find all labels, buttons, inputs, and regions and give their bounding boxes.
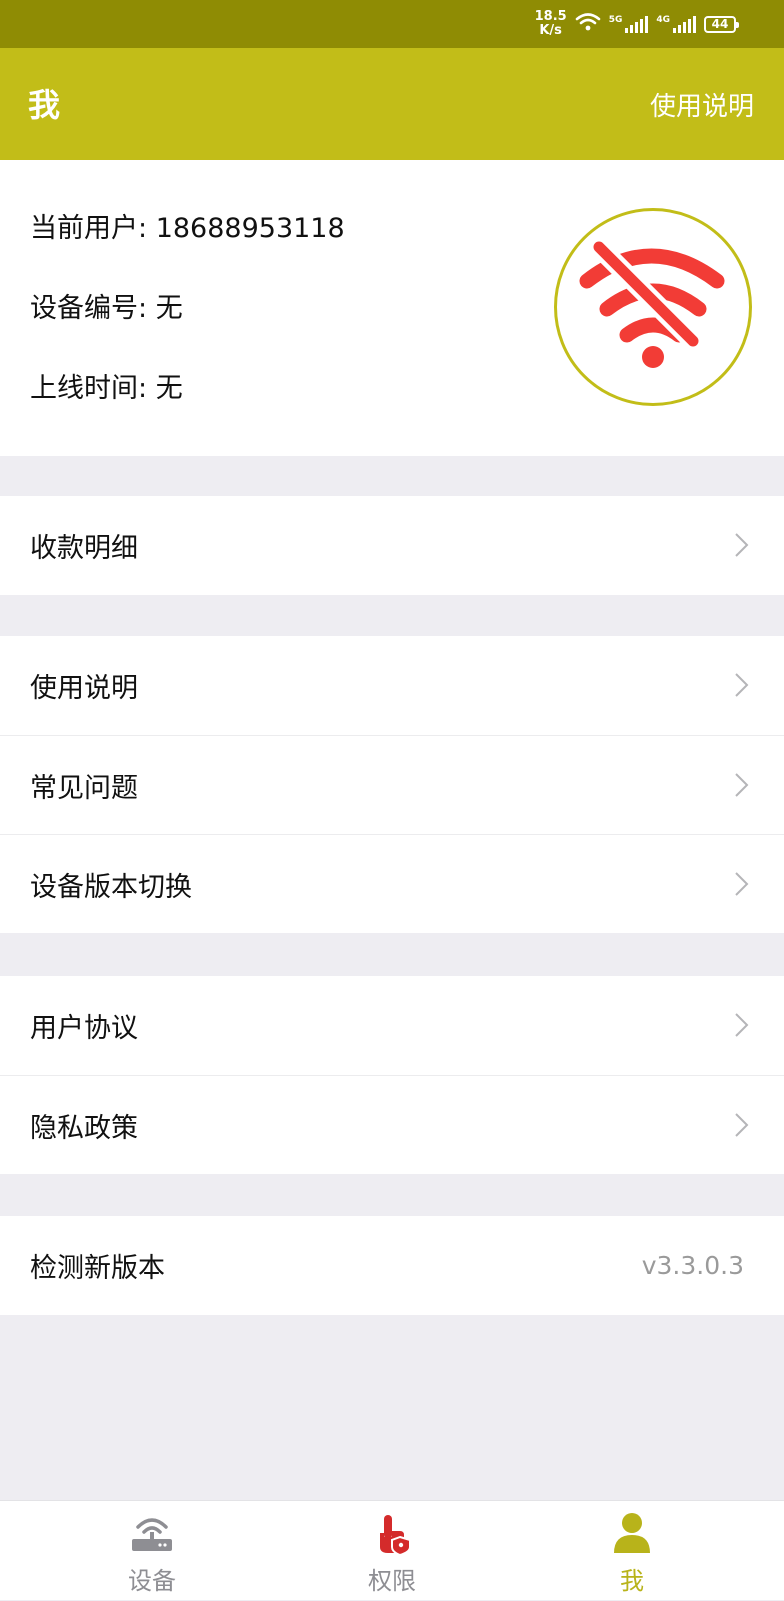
device-number-value: 无 (155, 293, 183, 324)
current-user-value: 18688953118 (155, 213, 345, 244)
menu-item-privacy-policy[interactable]: 隐私政策 (0, 1075, 784, 1174)
tab-permission[interactable]: 权限 (292, 1501, 492, 1601)
network-speed: 18.5 K/s (535, 10, 567, 38)
hand-lock-icon (380, 1515, 411, 1555)
router-icon (132, 1518, 172, 1551)
network-speed-unit: K/s (539, 23, 562, 38)
signal-sim1-icon: 5G (609, 15, 649, 33)
menu-item-label: 隐私政策 (30, 1112, 138, 1144)
device-number-row: 设备编号: 无 (30, 286, 183, 325)
menu-item-user-agreement[interactable]: 用户协议 (0, 976, 784, 1075)
app-version: v3.3.0.3 (641, 1251, 744, 1280)
chevron-right-icon (735, 872, 749, 896)
chevron-right-icon (735, 533, 749, 557)
chevron-right-icon (735, 1013, 749, 1037)
menu-item-label: 常见问题 (30, 772, 138, 804)
chevron-right-icon (735, 673, 749, 697)
current-user-row: 当前用户: 18688953118 (30, 206, 345, 245)
chevron-right-icon (735, 773, 749, 797)
connection-status (554, 208, 752, 406)
page-title: 我 (28, 86, 61, 124)
wifi-icon (575, 12, 601, 36)
status-bar: 18.5 K/s 5G 4G 44 (0, 0, 784, 48)
status-icons: 18.5 K/s 5G 4G 44 (535, 8, 739, 40)
menu-group-update: 检测新版本 v3.3.0.3 (0, 1216, 784, 1315)
menu-item-device-version-switch[interactable]: 设备版本切换 (0, 834, 784, 933)
menu-item-label: 设备版本切换 (30, 871, 192, 903)
help-link[interactable]: 使用说明 (650, 86, 754, 123)
online-time-label: 上线时间: (30, 373, 148, 404)
wifi-off-icon (579, 237, 725, 368)
user-icon (614, 1513, 650, 1553)
signal-sim2-icon: 4G (656, 15, 696, 33)
menu-group-payments: 收款明细 (0, 496, 784, 595)
app-header: 我 使用说明 (0, 48, 784, 160)
menu-item-faq[interactable]: 常见问题 (0, 735, 784, 834)
online-time-row: 上线时间: 无 (30, 366, 183, 405)
network-speed-value: 18.5 (534, 9, 567, 24)
chevron-right-icon (735, 1113, 749, 1137)
menu-item-label: 用户协议 (30, 1013, 138, 1044)
menu-item-label: 收款明细 (30, 533, 138, 564)
battery-icon: 44 (704, 15, 739, 33)
menu-group-legal: 用户协议 隐私政策 (0, 976, 784, 1174)
menu-item-check-update[interactable]: 检测新版本 v3.3.0.3 (0, 1216, 784, 1315)
menu-item-instructions[interactable]: 使用说明 (0, 636, 784, 735)
profile-card: 当前用户: 18688953118 设备编号: 无 上线时间: 无 (0, 160, 784, 456)
bottom-tab-bar: 设备 权限 我 (0, 1500, 784, 1600)
tab-label: 我 (620, 1567, 644, 1595)
tab-label: 设备 (128, 1567, 176, 1595)
menu-item-label: 使用说明 (30, 673, 138, 704)
tab-device[interactable]: 设备 (52, 1501, 252, 1601)
tab-label: 权限 (368, 1567, 416, 1595)
menu-item-payments[interactable]: 收款明细 (0, 496, 784, 595)
current-user-label: 当前用户: (30, 213, 148, 244)
tab-me[interactable]: 我 (532, 1501, 732, 1601)
menu-group-help: 使用说明 常见问题 设备版本切换 (0, 636, 784, 933)
menu-item-label: 检测新版本 (30, 1253, 165, 1284)
online-time-value: 无 (155, 373, 183, 404)
device-number-label: 设备编号: (30, 293, 148, 324)
